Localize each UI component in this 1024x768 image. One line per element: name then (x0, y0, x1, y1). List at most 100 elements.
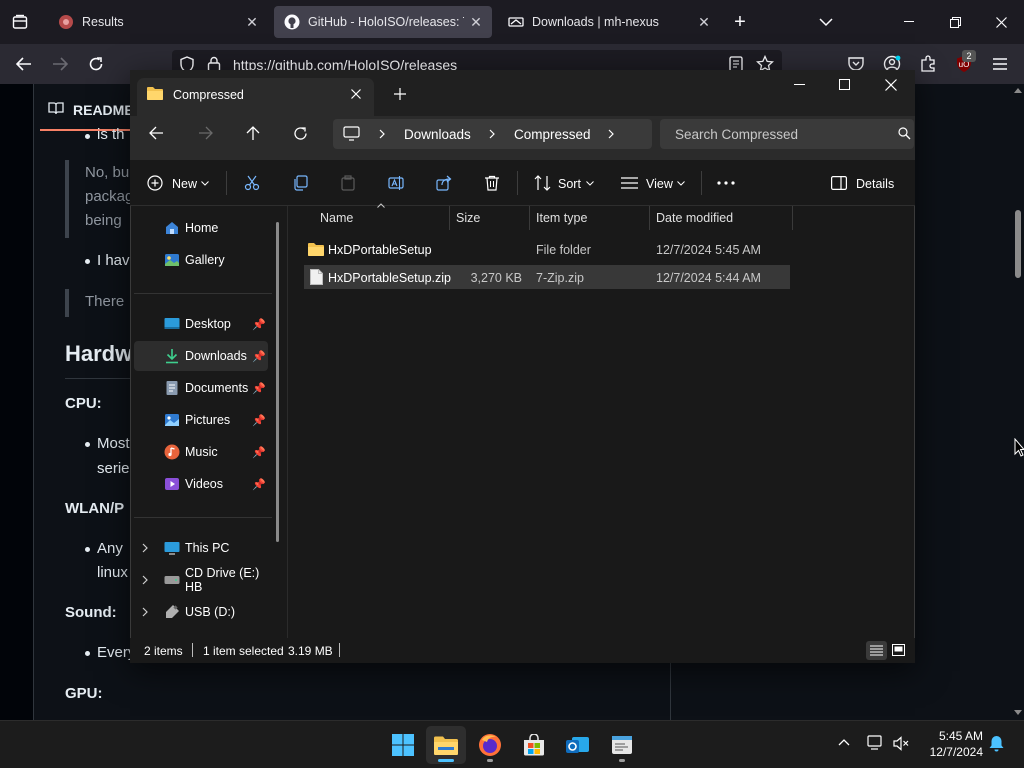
details-button[interactable]: Details (856, 177, 894, 191)
microsoft-store-icon[interactable] (514, 726, 554, 764)
scroll-down-arrow-icon[interactable] (1014, 710, 1022, 715)
column-header-date[interactable]: Date modified (656, 211, 733, 225)
chevron-down-icon[interactable] (201, 181, 209, 186)
pin-icon[interactable]: 📌 (252, 446, 266, 459)
large-icons-view-icon[interactable] (892, 644, 905, 656)
pane-divider[interactable] (287, 206, 288, 638)
column-divider[interactable] (792, 206, 793, 230)
nav-item-videos[interactable]: Videos 📌 (134, 469, 268, 499)
network-ethernet-icon[interactable] (867, 735, 885, 751)
browser-tab-results[interactable]: Results ✕ (48, 6, 268, 38)
pin-icon[interactable]: 📌 (252, 382, 266, 395)
show-hidden-icons-chevron-icon[interactable] (838, 739, 850, 746)
outlook-new-icon[interactable] (558, 726, 598, 764)
forward-arrow-icon[interactable] (46, 50, 74, 78)
column-header-type[interactable]: Item type (536, 211, 587, 225)
add-tab-plus-icon[interactable] (394, 88, 406, 100)
back-arrow-icon[interactable] (149, 126, 164, 140)
hamburger-menu-icon[interactable] (986, 50, 1014, 78)
share-icon[interactable] (436, 175, 452, 191)
copy-icon[interactable] (292, 175, 308, 191)
chevron-down-icon[interactable] (586, 181, 594, 186)
nav-item-desktop[interactable]: Desktop 📌 (134, 309, 268, 339)
new-button[interactable]: New (172, 177, 197, 191)
breadcrumb-chevron-icon[interactable] (608, 129, 614, 139)
more-options-ellipsis-icon[interactable] (717, 181, 735, 185)
sort-icon[interactable] (534, 175, 552, 191)
nav-item-documents[interactable]: Documents 📌 (134, 373, 268, 403)
reload-icon[interactable] (82, 50, 110, 78)
nav-item-gallery[interactable]: Gallery (134, 245, 268, 275)
volume-muted-icon[interactable] (893, 736, 909, 751)
nav-item-usb[interactable]: USB (D:) (134, 597, 268, 627)
column-header-name[interactable]: Name (320, 211, 353, 225)
pin-icon[interactable]: 📌 (252, 414, 266, 427)
restore-browser-icon[interactable] (941, 8, 969, 36)
details-pane-icon[interactable] (831, 176, 847, 190)
taskbar-time[interactable]: 5:45 AM (933, 729, 983, 743)
notification-bell-icon[interactable] (989, 735, 1004, 752)
delete-trash-icon[interactable] (484, 175, 500, 191)
new-tab-button[interactable]: + (726, 8, 754, 36)
file-name[interactable]: HxDPortableSetup (328, 243, 432, 257)
search-icon[interactable] (898, 127, 911, 140)
paste-clipboard-icon[interactable] (340, 175, 356, 191)
browser-tab-downloads[interactable]: Downloads | mh-nexus ✕ (498, 6, 720, 38)
refresh-icon[interactable] (293, 126, 308, 141)
close-explorer-tab-icon[interactable] (351, 89, 361, 99)
scroll-up-arrow-icon[interactable] (1014, 88, 1022, 93)
nav-item-pictures[interactable]: Pictures 📌 (134, 405, 268, 435)
close-tab-icon[interactable]: ✕ (692, 10, 716, 34)
back-arrow-icon[interactable] (10, 50, 38, 78)
column-header-size[interactable]: Size (456, 211, 480, 225)
firefox-view-icon[interactable] (6, 8, 34, 36)
column-divider[interactable] (529, 206, 530, 230)
expand-chevron-icon[interactable] (142, 607, 148, 617)
cut-scissors-icon[interactable] (244, 175, 260, 191)
rename-icon[interactable] (388, 175, 404, 191)
minimize-explorer-icon[interactable] (794, 84, 805, 86)
start-windows-icon[interactable] (383, 726, 423, 764)
nav-item-this-pc[interactable]: This PC (134, 533, 268, 563)
page-scrollbar-thumb[interactable] (1015, 210, 1021, 278)
new-plus-icon[interactable] (147, 175, 163, 191)
extensions-puzzle-icon[interactable] (919, 55, 937, 73)
nav-item-music[interactable]: Music 📌 (134, 437, 268, 467)
sort-button[interactable]: Sort (558, 177, 581, 191)
page-scrollbar[interactable] (1012, 84, 1024, 720)
nav-pane-scrollbar[interactable] (276, 222, 279, 542)
maximize-explorer-icon[interactable] (839, 79, 850, 90)
list-tabs-chevron-icon[interactable] (812, 8, 840, 36)
expand-chevron-icon[interactable] (142, 575, 148, 585)
minimize-browser-icon[interactable] (895, 8, 923, 36)
chevron-down-icon[interactable] (677, 181, 685, 186)
file-name[interactable]: HxDPortableSetup.zip (328, 271, 451, 285)
taskbar-date[interactable]: 12/7/2024 (921, 745, 983, 759)
column-divider[interactable] (449, 206, 450, 230)
browser-tab-github[interactable]: GitHub - HoloISO/releases: To u ✕ (274, 6, 492, 38)
close-browser-icon[interactable] (987, 8, 1015, 36)
forward-arrow-icon[interactable] (198, 126, 213, 140)
breadcrumb-downloads[interactable]: Downloads (404, 127, 471, 142)
nav-item-home[interactable]: Home (134, 213, 268, 243)
pin-icon[interactable]: 📌 (252, 350, 266, 363)
readme-tab[interactable]: README (73, 102, 134, 118)
nav-item-downloads[interactable]: Downloads 📌 (134, 341, 268, 371)
pin-icon[interactable]: 📌 (252, 478, 266, 491)
breadcrumb-chevron-icon[interactable] (379, 129, 385, 139)
view-lines-icon[interactable] (621, 177, 638, 190)
breadcrumb-compressed[interactable]: Compressed (514, 127, 591, 142)
column-divider[interactable] (649, 206, 650, 230)
running-app-indicator (619, 759, 625, 762)
breadcrumb-chevron-icon[interactable] (489, 129, 495, 139)
this-pc-monitor-icon[interactable] (343, 126, 360, 141)
close-tab-icon[interactable]: ✕ (464, 10, 488, 34)
up-arrow-icon[interactable] (246, 126, 260, 141)
nav-label: Videos (185, 477, 223, 491)
pin-icon[interactable]: 📌 (252, 318, 266, 331)
close-explorer-icon[interactable] (885, 79, 897, 91)
close-tab-icon[interactable]: ✕ (240, 10, 264, 34)
nav-item-cd-drive[interactable]: CD Drive (E:) HB (134, 565, 268, 595)
view-button[interactable]: View (646, 177, 673, 191)
expand-chevron-icon[interactable] (142, 543, 148, 553)
